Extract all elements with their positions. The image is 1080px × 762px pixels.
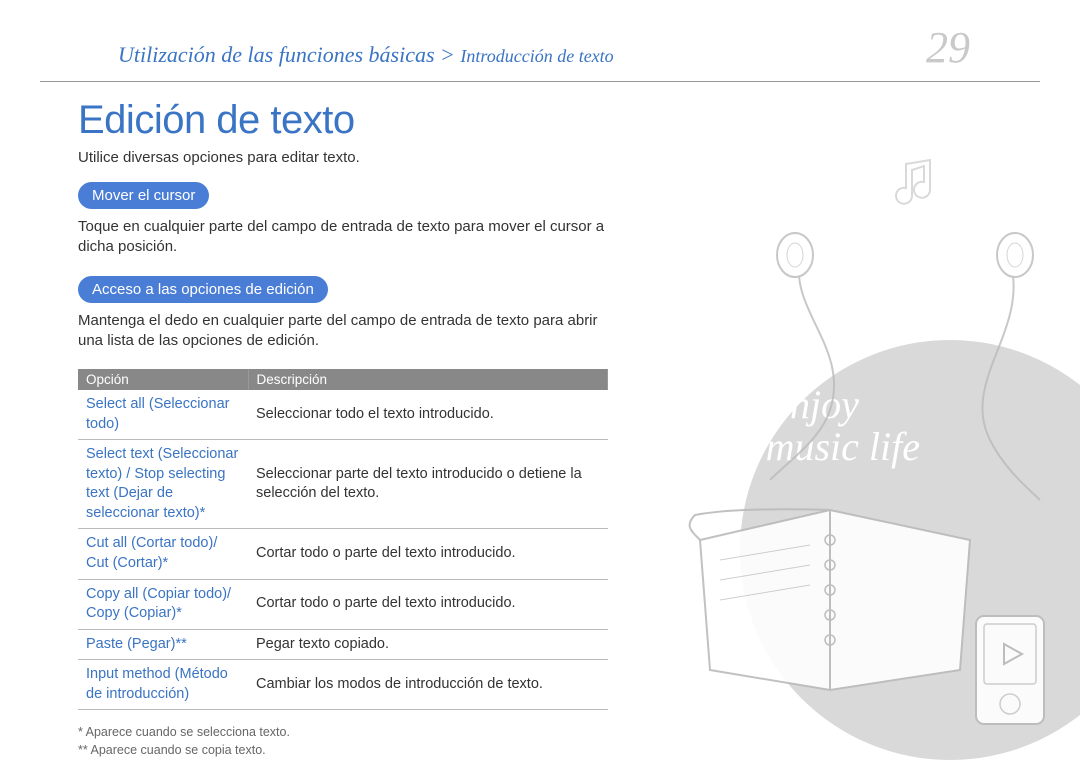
page-title: Edición de texto xyxy=(78,98,620,143)
table-row: Select text (Seleccionar texto) / Stop s… xyxy=(78,440,608,529)
enjoy-text: Enjoy music life xyxy=(766,384,920,468)
table-row: Input method (Método de introducción) Ca… xyxy=(78,660,608,710)
breadcrumb-main: Utilización de las funciones básicas xyxy=(118,42,435,67)
footnote-1: * Aparece cuando se selecciona texto. xyxy=(78,724,620,742)
breadcrumb: Utilización de las funciones básicas > I… xyxy=(118,42,614,68)
table-header-option: Opción xyxy=(78,369,248,390)
options-table: Opción Descripción Select all (Seleccion… xyxy=(78,369,608,710)
table-row: Cut all (Cortar todo)/ Cut (Cortar)* Cor… xyxy=(78,529,608,579)
footnotes: * Aparece cuando se selecciona texto. **… xyxy=(78,724,620,759)
table-row: Select all (Seleccionar todo) Selecciona… xyxy=(78,390,608,440)
breadcrumb-sub: Introducción de texto xyxy=(460,46,613,66)
section-body-edit-options: Mantenga el dedo en cualquier parte del … xyxy=(78,311,620,352)
page-header: Utilización de las funciones básicas > I… xyxy=(40,0,1040,82)
enjoy-line2: music life xyxy=(766,424,920,469)
table-row: Copy all (Copiar todo)/ Copy (Copiar)* C… xyxy=(78,579,608,629)
earbuds-icon xyxy=(730,230,1070,510)
footnote-2: ** Aparece cuando se copia texto. xyxy=(78,742,620,760)
section-heading-move-cursor: Mover el cursor xyxy=(78,182,209,209)
table-cell-desc: Cortar todo o parte del texto introducid… xyxy=(248,579,608,629)
media-player-icon xyxy=(970,610,1050,730)
table-cell-option: Select all (Seleccionar todo) xyxy=(78,390,248,440)
table-cell-desc: Seleccionar todo el texto introducido. xyxy=(248,390,608,440)
table-cell-option: Select text (Seleccionar texto) / Stop s… xyxy=(78,440,248,529)
table-header-description: Descripción xyxy=(248,369,608,390)
illustration-area: Enjoy music life xyxy=(620,120,1080,760)
table-cell-option: Input method (Método de introducción) xyxy=(78,660,248,710)
breadcrumb-sep: > xyxy=(435,42,461,67)
background-circle xyxy=(740,340,1080,760)
section-heading-edit-options: Acceso a las opciones de edición xyxy=(78,276,328,303)
table-cell-desc: Cambiar los modos de introducción de tex… xyxy=(248,660,608,710)
table-cell-desc: Cortar todo o parte del texto introducid… xyxy=(248,529,608,579)
table-cell-option: Copy all (Copiar todo)/ Copy (Copiar)* xyxy=(78,579,248,629)
table-cell-option: Cut all (Cortar todo)/ Cut (Cortar)* xyxy=(78,529,248,579)
table-cell-desc: Pegar texto copiado. xyxy=(248,629,608,660)
notebook-icon xyxy=(680,480,990,700)
enjoy-line1: Enjoy xyxy=(766,382,859,427)
music-note-icon xyxy=(890,152,950,212)
table-cell-desc: Seleccionar parte del texto introducido … xyxy=(248,440,608,529)
intro-text: Utilice diversas opciones para editar te… xyxy=(78,149,620,166)
page-number: 29 xyxy=(926,22,970,73)
main-content: Edición de texto Utilice diversas opcion… xyxy=(0,82,620,759)
table-cell-option: Paste (Pegar)** xyxy=(78,629,248,660)
table-row: Paste (Pegar)** Pegar texto copiado. xyxy=(78,629,608,660)
section-body-move-cursor: Toque en cualquier parte del campo de en… xyxy=(78,217,620,258)
